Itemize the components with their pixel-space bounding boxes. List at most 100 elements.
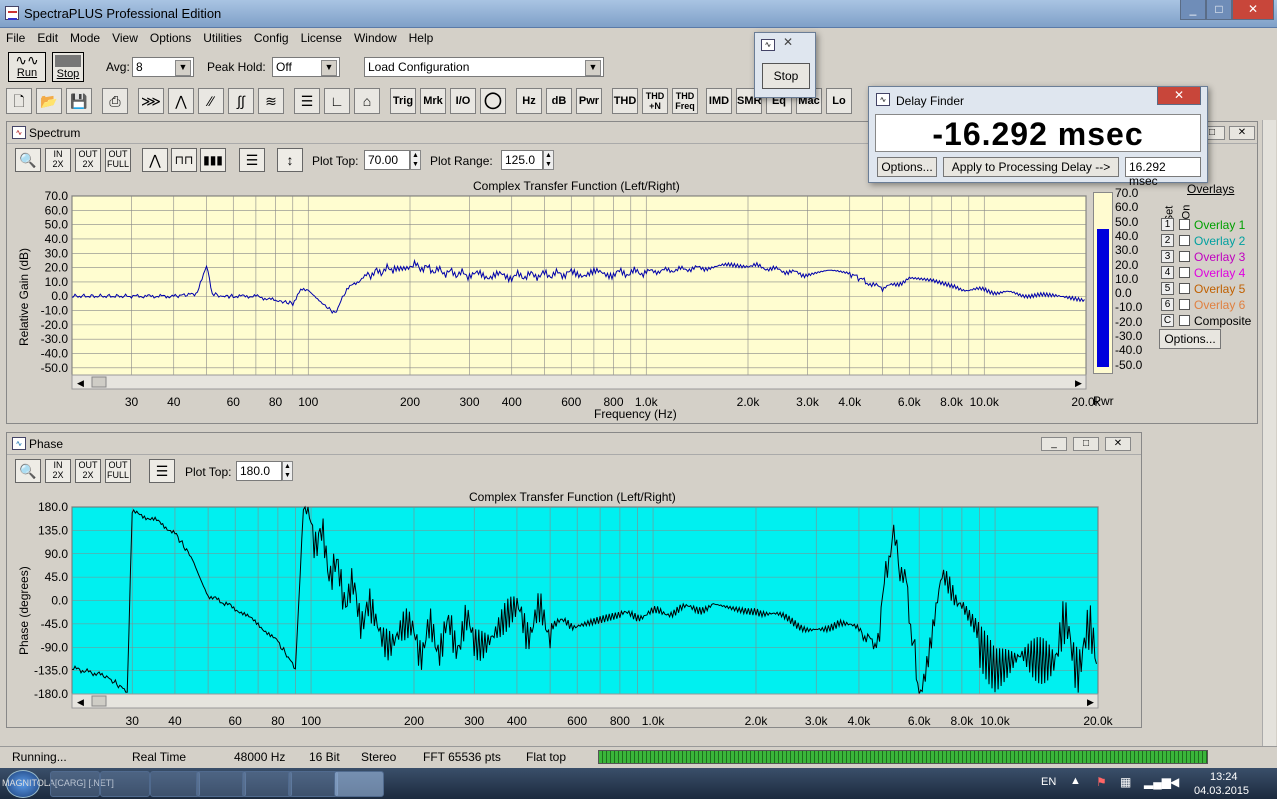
power-meter-tick: 20.0 [1115,257,1139,272]
taskbar-folder-icon[interactable] [196,771,246,797]
menu-view[interactable]: View [106,28,144,45]
spectrum-y-axis-label: Relative Gain (dB) [17,247,31,346]
phase-x-tick: 2.0k [745,714,769,728]
tool-thd-freq-button[interactable]: THD Freq [672,88,698,114]
tool-thd-button[interactable]: THD [612,88,638,114]
phase-x-tick: 800 [610,714,630,728]
delay-finder-close-button[interactable]: ✕ [1157,87,1201,105]
overlay-checkbox-4[interactable] [1179,267,1190,278]
tray-network-icon[interactable]: ▦ [1120,775,1131,789]
phase-scrollbar[interactable] [71,693,1099,709]
delay-value-field[interactable]: 16.292 msec [1125,157,1201,188]
clock-time[interactable]: 13:24 [1210,771,1238,783]
delay-options-button[interactable]: Options... [877,157,937,177]
save-icon[interactable]: 💾 [66,88,92,114]
tray-flag-icon[interactable]: ⚑ [1096,775,1107,789]
phase-scroll-right-icon[interactable]: ▶ [1087,698,1094,708]
open-folder-icon[interactable]: 📂 [36,88,62,114]
phase-scroll-thumb[interactable] [91,695,107,707]
menu-mode[interactable]: Mode [64,28,106,45]
overlay-set-button-5[interactable]: 5 [1161,282,1174,295]
spectrum-scrollbar[interactable] [71,374,1087,390]
configuration-select[interactable]: Load Configuration [364,57,604,77]
table-icon[interactable]: ☰ [294,88,320,114]
overlay-checkbox-1[interactable] [1179,219,1190,230]
maximize-button[interactable]: □ [1206,0,1232,20]
close-button[interactable]: ✕ [1232,0,1274,20]
menu-help[interactable]: Help [403,28,440,45]
fast-forward-icon[interactable]: ⋙ [138,88,164,114]
overlay-set-button-c[interactable]: C [1161,314,1174,327]
clock-date[interactable]: 04.03.2015 [1194,785,1249,797]
overlay-checkbox-5[interactable] [1179,283,1190,294]
menu-license[interactable]: License [295,28,348,45]
minimize-button[interactable]: _ [1180,0,1206,20]
phase-y-tick: -180.0 [34,687,68,701]
overlay-checkbox-2[interactable] [1179,235,1190,246]
overlay-set-button-6[interactable]: 6 [1161,298,1174,311]
waterfall-icon[interactable]: ≋ [258,88,284,114]
spectrum-close-button[interactable]: ✕ [1229,126,1255,140]
tool-imd-button[interactable]: IMD [706,88,732,114]
stop-button[interactable]: Stop [52,52,84,82]
menu-file[interactable]: File [0,28,31,45]
phase-scroll-left-icon[interactable]: ◀ [77,698,84,708]
taskbar-opera-icon[interactable] [150,771,200,797]
new-file-icon[interactable]: 🗋 [6,88,32,114]
tool-hz-button[interactable]: Hz [516,88,542,114]
overlay-set-button-3[interactable]: 3 [1161,250,1174,263]
tray-signal-icon[interactable]: ▂▄▆ [1144,775,1171,789]
phase-x-tick: 1.0k [642,714,666,728]
axis-icon[interactable]: ∟ [324,88,350,114]
avg-select[interactable]: 8 [132,57,194,77]
menu-options[interactable]: Options [144,28,197,45]
menu-window[interactable]: Window [348,28,403,45]
overlay-checkbox-3[interactable] [1179,251,1190,262]
tool-i-o-button[interactable]: I/O [450,88,476,114]
overlay-checkbox-c[interactable] [1179,315,1190,326]
menu-config[interactable]: Config [248,28,295,45]
print-icon[interactable]: ⎙ [102,88,128,114]
taskbar-monitor-icon[interactable] [242,771,292,797]
tool-trig-button[interactable]: Trig [390,88,416,114]
phase-plot[interactable]: 180.0 135.0 90.0 45.0 0.0 -45.0 -90.0 -135.0 -18… [7,433,1143,729]
peak-hold-select[interactable]: Off [272,57,340,77]
phase-x-tick: 200 [404,714,424,728]
overlays-options-button[interactable]: Options... [1159,329,1221,349]
power-meter-tick: -50.0 [1115,357,1143,372]
overlay-set-button-2[interactable]: 2 [1161,234,1174,247]
tool-mrk-button[interactable]: Mrk [420,88,446,114]
tray-volume-icon[interactable]: ◀ [1170,775,1179,789]
taskbar-spectraplus-icon[interactable] [334,771,384,797]
spectrum-scroll-right-icon[interactable]: ▶ [1075,379,1082,389]
overlay-set-button-1[interactable]: 1 [1161,218,1174,231]
tool-pwr-button[interactable]: Pwr [576,88,602,114]
stop-dialog-close-icon[interactable]: ✕ [783,35,793,49]
tray-up-icon[interactable]: ▲ [1070,775,1081,787]
language-indicator[interactable]: EN [1041,776,1056,788]
recorder-icon[interactable]: ⋀ [168,88,194,114]
spectrum-scroll-left-icon[interactable]: ◀ [77,379,84,389]
phase-x-tick: 80 [271,714,285,728]
workspace-scrollbar[interactable] [1262,120,1276,746]
stop-dialog-button[interactable]: Stop [762,63,810,89]
overlay-set-button-4[interactable]: 4 [1161,266,1174,279]
phase-x-tick: 400 [507,714,527,728]
menu-edit[interactable]: Edit [31,28,64,45]
filter-icon[interactable]: ∫∫ [228,88,254,114]
phase-y-tick: 90.0 [45,547,69,561]
taskbar-speaker-icon[interactable] [288,771,338,797]
spectrum-scroll-thumb[interactable] [91,376,107,388]
tool-db-button[interactable]: dB [546,88,572,114]
run-button[interactable]: ∿∿ Run [8,52,46,82]
taskbar-browser-icon[interactable] [50,771,100,797]
tool-thd-n-button[interactable]: THD +N [642,88,668,114]
signal-icon[interactable]: ∕∕ [198,88,224,114]
taskbar-window-icon[interactable] [100,771,150,797]
menu-utilities[interactable]: Utilities [197,28,248,45]
scope-icon[interactable]: ⌂ [354,88,380,114]
overlay-checkbox-6[interactable] [1179,299,1190,310]
tool-lo-button[interactable]: Lo [826,88,852,114]
apply-processing-delay-button[interactable]: Apply to Processing Delay --> [943,157,1119,177]
sine-wave-icon[interactable]: ◯ [480,88,506,114]
